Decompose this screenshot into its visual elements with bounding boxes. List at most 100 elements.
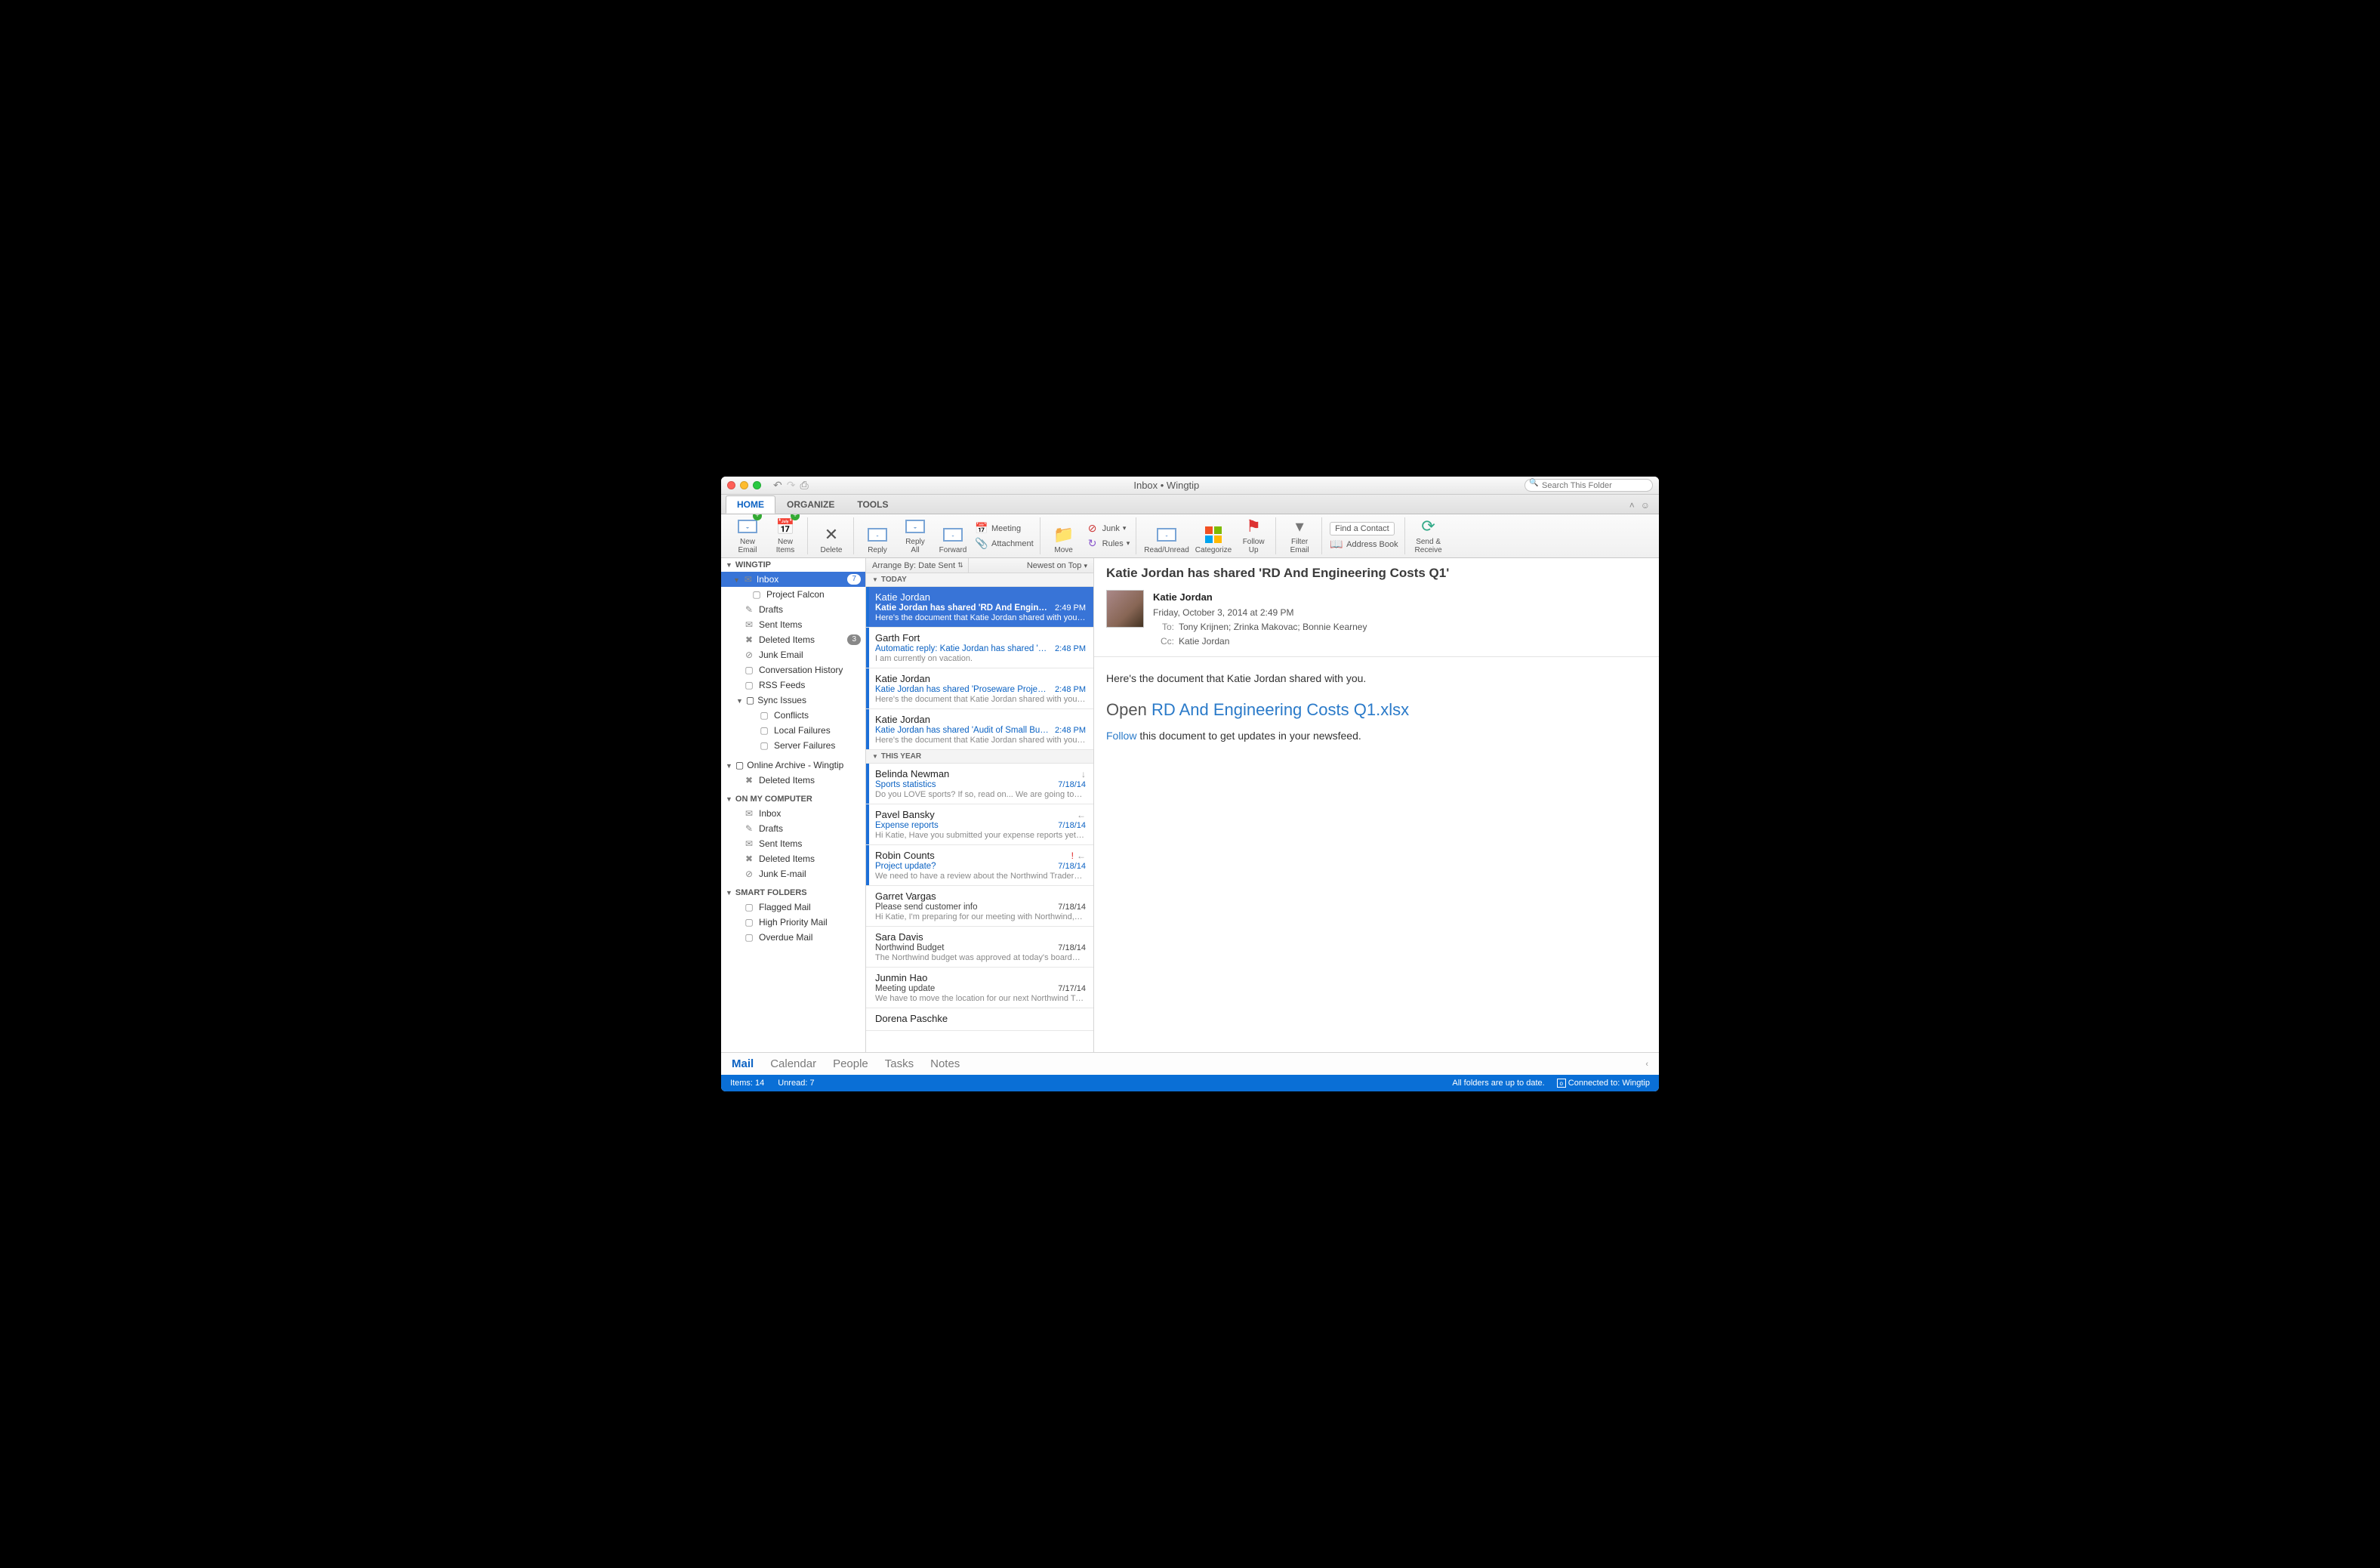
om-drafts[interactable]: ✎Drafts	[721, 821, 865, 836]
folder-local-failures[interactable]: ▢Local Failures	[721, 723, 865, 738]
message-from: Robin Counts	[875, 850, 935, 861]
folder-icon: ▢	[759, 725, 769, 736]
filter-email-button[interactable]: ▾ Filter Email	[1284, 516, 1315, 554]
window-close[interactable]	[727, 481, 735, 489]
address-book-button[interactable]: 📖 Address Book	[1330, 539, 1398, 551]
forward-button[interactable]: Forward	[937, 524, 969, 555]
om-deleted[interactable]: ✖Deleted Items	[721, 851, 865, 866]
reply-button[interactable]: Reply	[862, 524, 893, 555]
search-field-wrap	[1524, 479, 1653, 492]
attachment-button[interactable]: 📎 Attachment	[975, 538, 1034, 550]
message-item[interactable]: Robin Counts!←Project update?7/18/14We n…	[866, 845, 1093, 886]
categorize-button[interactable]: Categorize	[1195, 524, 1232, 555]
tab-organize[interactable]: ORGANIZE	[775, 495, 846, 514]
open-document-link[interactable]: RD And Engineering Costs Q1.xlsx	[1151, 700, 1409, 719]
folder-drafts[interactable]: ✎Drafts	[721, 602, 865, 617]
message-item[interactable]: Garret VargasPlease send customer info7/…	[866, 886, 1093, 927]
om-sent[interactable]: ✉Sent Items	[721, 836, 865, 851]
print-icon[interactable]: ⎙	[800, 479, 808, 492]
message-item[interactable]: Dorena Paschke	[866, 1008, 1093, 1031]
follow-up-button[interactable]: ⚑ Follow Up	[1238, 516, 1269, 554]
archive-deleted[interactable]: ✖Deleted Items	[721, 773, 865, 788]
flag-icon: ⚑	[1242, 516, 1265, 537]
window-zoom[interactable]	[753, 481, 761, 489]
message-preview: Do you LOVE sports? If so, read on... We…	[875, 790, 1086, 799]
message-item[interactable]: Sara DavisNorthwind Budget7/18/14The Nor…	[866, 927, 1093, 968]
sf-highpri[interactable]: ▢High Priority Mail	[721, 915, 865, 930]
undo-icon[interactable]: ↶	[773, 479, 782, 492]
folder-conversation-history[interactable]: ▢Conversation History	[721, 662, 865, 678]
follow-link[interactable]: Follow	[1106, 730, 1136, 742]
folder-tree: WINGTIP ✉ Inbox 7 ▢Project Falcon ✎Draft…	[721, 558, 866, 1052]
arrange-bar[interactable]: Arrange By: Date Sent ⇅ Newest on Top ▾	[866, 558, 1093, 573]
nav-mail[interactable]: Mail	[732, 1057, 754, 1070]
archive-header[interactable]: ▢Online Archive - Wingtip	[721, 758, 865, 773]
junk-button[interactable]: ⊘ Junk▾	[1086, 523, 1130, 535]
envelope-icon	[868, 528, 887, 542]
trash-icon: ✖	[744, 853, 754, 864]
folder-inbox[interactable]: ✉ Inbox 7	[721, 572, 865, 587]
folder-sync-issues[interactable]: ▢Sync Issues	[721, 693, 865, 708]
message-time: 7/17/14	[1058, 984, 1086, 993]
message-group-header[interactable]: THIS YEAR	[866, 750, 1093, 764]
message-group-header[interactable]: TODAY	[866, 573, 1093, 587]
sf-flagged[interactable]: ▢Flagged Mail	[721, 900, 865, 915]
feedback-icon[interactable]: ☺	[1641, 500, 1650, 511]
window-title: Inbox • Wingtip	[813, 480, 1520, 491]
delete-button[interactable]: ✕ Delete	[815, 524, 847, 555]
nav-calendar[interactable]: Calendar	[770, 1057, 816, 1070]
sync-icon: ⟳	[1417, 516, 1440, 537]
om-inbox[interactable]: ✉Inbox	[721, 806, 865, 821]
find-contact-input[interactable]: Find a Contact	[1330, 522, 1395, 536]
reading-from: Katie Jordan	[1153, 590, 1367, 606]
move-button[interactable]: 📁 Move	[1048, 524, 1080, 555]
reply-arrow-icon: ←	[1077, 810, 1086, 820]
rules-button[interactable]: ↻ Rules▾	[1086, 538, 1130, 550]
message-item[interactable]: Garth FortAutomatic reply: Katie Jordan …	[866, 628, 1093, 668]
folder-conflicts[interactable]: ▢Conflicts	[721, 708, 865, 723]
send-receive-button[interactable]: ⟳ Send & Receive	[1413, 516, 1444, 554]
folder-icon: ▢	[744, 932, 754, 943]
folder-project-falcon[interactable]: ▢Project Falcon	[721, 587, 865, 602]
nav-tasks[interactable]: Tasks	[885, 1057, 914, 1070]
ribbon: New Email 📅 New Items ✕ Delete Reply Rep…	[721, 514, 1659, 558]
folder-server-failures[interactable]: ▢Server Failures	[721, 738, 865, 753]
om-junk[interactable]: ⊘Junk E-mail	[721, 866, 865, 881]
folder-rss[interactable]: ▢RSS Feeds	[721, 678, 865, 693]
new-items-button[interactable]: 📅 New Items	[769, 516, 801, 554]
ribbon-collapse-icon[interactable]: ˄	[1629, 500, 1635, 511]
message-item[interactable]: Katie JordanKatie Jordan has shared 'RD …	[866, 587, 1093, 628]
message-item[interactable]: Belinda Newman↓Sports statistics7/18/14D…	[866, 764, 1093, 804]
sf-overdue[interactable]: ▢Overdue Mail	[721, 930, 865, 945]
message-subject: Expense reports	[875, 821, 1058, 830]
reply-arrow-icon: ←	[1077, 850, 1086, 861]
message-subject: Katie Jordan has shared 'Proseware Proje…	[875, 685, 1055, 694]
folder-deleted[interactable]: ✖Deleted Items3	[721, 632, 865, 647]
message-item[interactable]: Pavel Bansky←Expense reports7/18/14Hi Ka…	[866, 804, 1093, 845]
message-item[interactable]: Katie JordanKatie Jordan has shared 'Pro…	[866, 668, 1093, 709]
message-item[interactable]: Katie JordanKatie Jordan has shared 'Aud…	[866, 709, 1093, 750]
meeting-button[interactable]: 📅 Meeting	[975, 523, 1034, 535]
folder-junk[interactable]: ⊘Junk Email	[721, 647, 865, 662]
message-item[interactable]: Junmin HaoMeeting update7/17/14We have t…	[866, 968, 1093, 1008]
envelope-icon	[943, 528, 963, 542]
window-minimize[interactable]	[740, 481, 748, 489]
onmycomputer-header[interactable]: ON MY COMPUTER	[721, 792, 865, 806]
message-time: 7/18/14	[1058, 943, 1086, 952]
smartfolders-header[interactable]: SMART FOLDERS	[721, 886, 865, 900]
reply-all-button[interactable]: Reply All	[899, 516, 931, 554]
tab-home[interactable]: HOME	[726, 495, 775, 514]
account-header[interactable]: WINGTIP	[721, 558, 865, 572]
redo-icon[interactable]: ↷	[787, 479, 796, 492]
nav-notes[interactable]: Notes	[930, 1057, 960, 1070]
new-email-button[interactable]: New Email	[732, 516, 763, 554]
unread-badge: 7	[847, 574, 861, 585]
search-input[interactable]	[1524, 479, 1653, 492]
unread-stripe	[866, 845, 869, 885]
folder-sent[interactable]: ✉Sent Items	[721, 617, 865, 632]
calendar-icon: 📅	[975, 523, 988, 535]
tab-tools[interactable]: TOOLS	[846, 495, 899, 514]
read-unread-button[interactable]: Read/Unread	[1144, 524, 1188, 555]
nav-people[interactable]: People	[833, 1057, 868, 1070]
nav-collapse-icon[interactable]: ‹	[1645, 1060, 1648, 1069]
